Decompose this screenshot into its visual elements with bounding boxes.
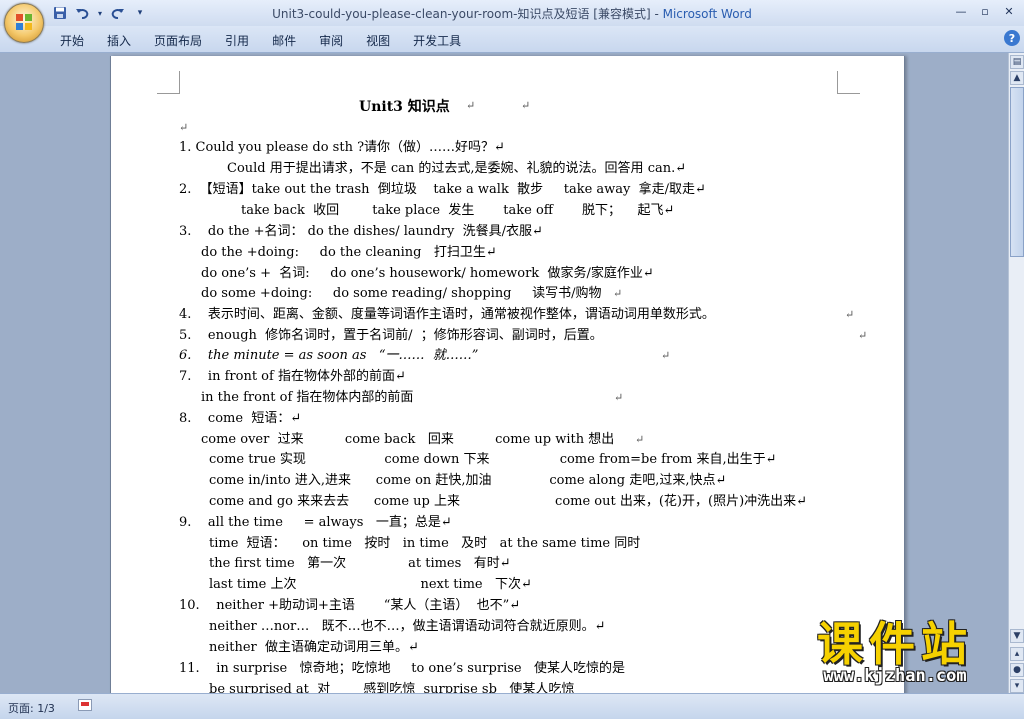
tab-mailings[interactable]: 邮件: [272, 32, 296, 49]
tab-view[interactable]: 视图: [366, 32, 390, 49]
doc-line: Could 用于提出请求，不是 can 的过去式,是委婉、礼貌的说法。回答用 c…: [227, 161, 687, 176]
doc-line: do one’s + 名词: do one’s housework/ homew…: [201, 266, 654, 281]
doc-line: 4. 表示时间、距离、金额、度量等词语作主语时，通常被视作整体，谓语动词用单数形…: [179, 307, 715, 322]
window-title: Unit3-could-you-please-clean-your-room-知…: [0, 5, 1024, 22]
doc-line: the first time 第一次 at times 有时↵: [209, 556, 511, 571]
paragraph-mark: ↵: [179, 121, 189, 134]
status-bar: 页面: 1/3: [0, 693, 1024, 719]
paragraph-mark: ↵: [521, 99, 531, 112]
paragraph-mark: ↵: [466, 99, 476, 112]
paragraph-mark: ↵: [858, 329, 868, 342]
doc-line: come true 实现 come down 下来 come from=be f…: [209, 452, 777, 467]
minimize-icon[interactable]: —: [950, 2, 972, 20]
doc-line: 9. all the time = always 一直；总是↵: [179, 515, 452, 530]
scroll-up-icon[interactable]: ▲: [1010, 71, 1024, 85]
tab-developer[interactable]: 开发工具: [413, 32, 461, 49]
doc-line: 8. come 短语：↵: [179, 411, 302, 426]
proofing-icon[interactable]: [78, 699, 92, 711]
doc-line: 5. enough 修饰名词时，置于名词前/ ；修饰形容词、副词时，后置。: [179, 328, 603, 343]
tab-home[interactable]: 开始: [60, 32, 84, 49]
window-controls: — ▫ ✕: [950, 2, 1020, 20]
paragraph-mark: ↵: [661, 349, 671, 362]
doc-line: 7. in front of 指在物体外部的前面↵: [179, 369, 406, 384]
paragraph-mark: ↵: [613, 287, 623, 300]
doc-line: 3. do the +名词： do the dishes/ laundry 洗餐…: [179, 224, 543, 239]
paragraph-mark: ↵: [635, 433, 645, 446]
page-title: Unit3 知识点: [359, 99, 450, 115]
document-area: Unit3 知识点 ↵ ↵ ↵ 1. Could you please do s…: [0, 53, 1008, 693]
help-icon[interactable]: ?: [1004, 30, 1020, 46]
close-icon[interactable]: ✕: [998, 2, 1020, 20]
vertical-scrollbar[interactable]: ▤ ▲ ▼ ▴ ● ▾: [1008, 53, 1024, 693]
watermark-url: www.kjzhan.com: [823, 666, 967, 686]
tab-review[interactable]: 审阅: [319, 32, 343, 49]
paragraph-mark: ↵: [614, 391, 624, 404]
office-button[interactable]: [4, 3, 44, 43]
office-logo-icon: [16, 14, 32, 30]
doc-line: be surprised at 对 感到吃惊 surprise sb 使某人吃惊: [209, 682, 575, 693]
doc-line: come in/into 进入,进来 come on 赶快,加油 come al…: [209, 473, 727, 488]
doc-line: do the +doing: do the cleaning 打扫卫生↵: [201, 245, 497, 260]
page-indicator[interactable]: 页面: 1/3: [8, 700, 55, 716]
doc-line: come over 过来 come back 回来 come up with 想…: [201, 432, 615, 447]
watermark-cn: 课件站: [817, 617, 973, 671]
doc-line: 6. the minute = as soon as “一…… 就……”: [179, 348, 479, 363]
crop-mark: [157, 71, 180, 94]
tab-references[interactable]: 引用: [225, 32, 249, 49]
app-name: Microsoft Word: [662, 7, 752, 21]
document-name: Unit3-could-you-please-clean-your-room-知…: [272, 7, 663, 21]
watermark-logo: 课件站 www.kjzhan.com: [775, 618, 1015, 686]
doc-line: 11. in surprise 惊奇地；吃惊地 to one’s surpris…: [179, 661, 625, 676]
tab-insert[interactable]: 插入: [107, 32, 131, 49]
ruler-toggle-icon[interactable]: ▤: [1010, 55, 1024, 69]
title-bar: ▾ ▾ Unit3-could-you-please-clean-your-ro…: [0, 0, 1024, 26]
doc-line: neither …nor… 既不…也不…，做主语谓语动词符合就近原则。↵: [209, 619, 606, 634]
scroll-thumb[interactable]: [1010, 87, 1024, 257]
tab-page-layout[interactable]: 页面布局: [154, 32, 202, 49]
crop-mark: [837, 71, 860, 94]
doc-line: last time 上次 next time 下次↵: [209, 577, 532, 592]
restore-icon[interactable]: ▫: [974, 2, 996, 20]
doc-line: 10. neither +助动词+主语 “某人（主语） 也不”↵: [179, 598, 521, 613]
ribbon: 开始 插入 页面布局 引用 邮件 审阅 视图 开发工具 ?: [0, 26, 1024, 53]
doc-line: neither 做主语确定动词用三单。↵: [209, 640, 419, 655]
document-page[interactable]: Unit3 知识点 ↵ ↵ ↵ 1. Could you please do s…: [110, 56, 905, 693]
ribbon-tabs: 开始 插入 页面布局 引用 邮件 审阅 视图 开发工具: [60, 32, 484, 49]
doc-line: 2. 【短语】take out the trash 倒垃圾 take a wal…: [179, 182, 706, 197]
doc-line: 1. Could you please do sth ?请你（做）……好吗？↵: [179, 140, 505, 155]
doc-line: time 短语： on time 按时 in time 及时 at the sa…: [209, 536, 641, 551]
paragraph-mark: ↵: [845, 308, 855, 321]
doc-line: come and go 来来去去 come up 上来 come out 出来，…: [209, 494, 808, 509]
doc-line: do some +doing: do some reading/ shoppin…: [201, 286, 602, 301]
doc-line: take back 收回 take place 发生 take off 脱下； …: [241, 203, 675, 218]
doc-line: in the front of 指在物体内部的前面: [201, 390, 414, 405]
